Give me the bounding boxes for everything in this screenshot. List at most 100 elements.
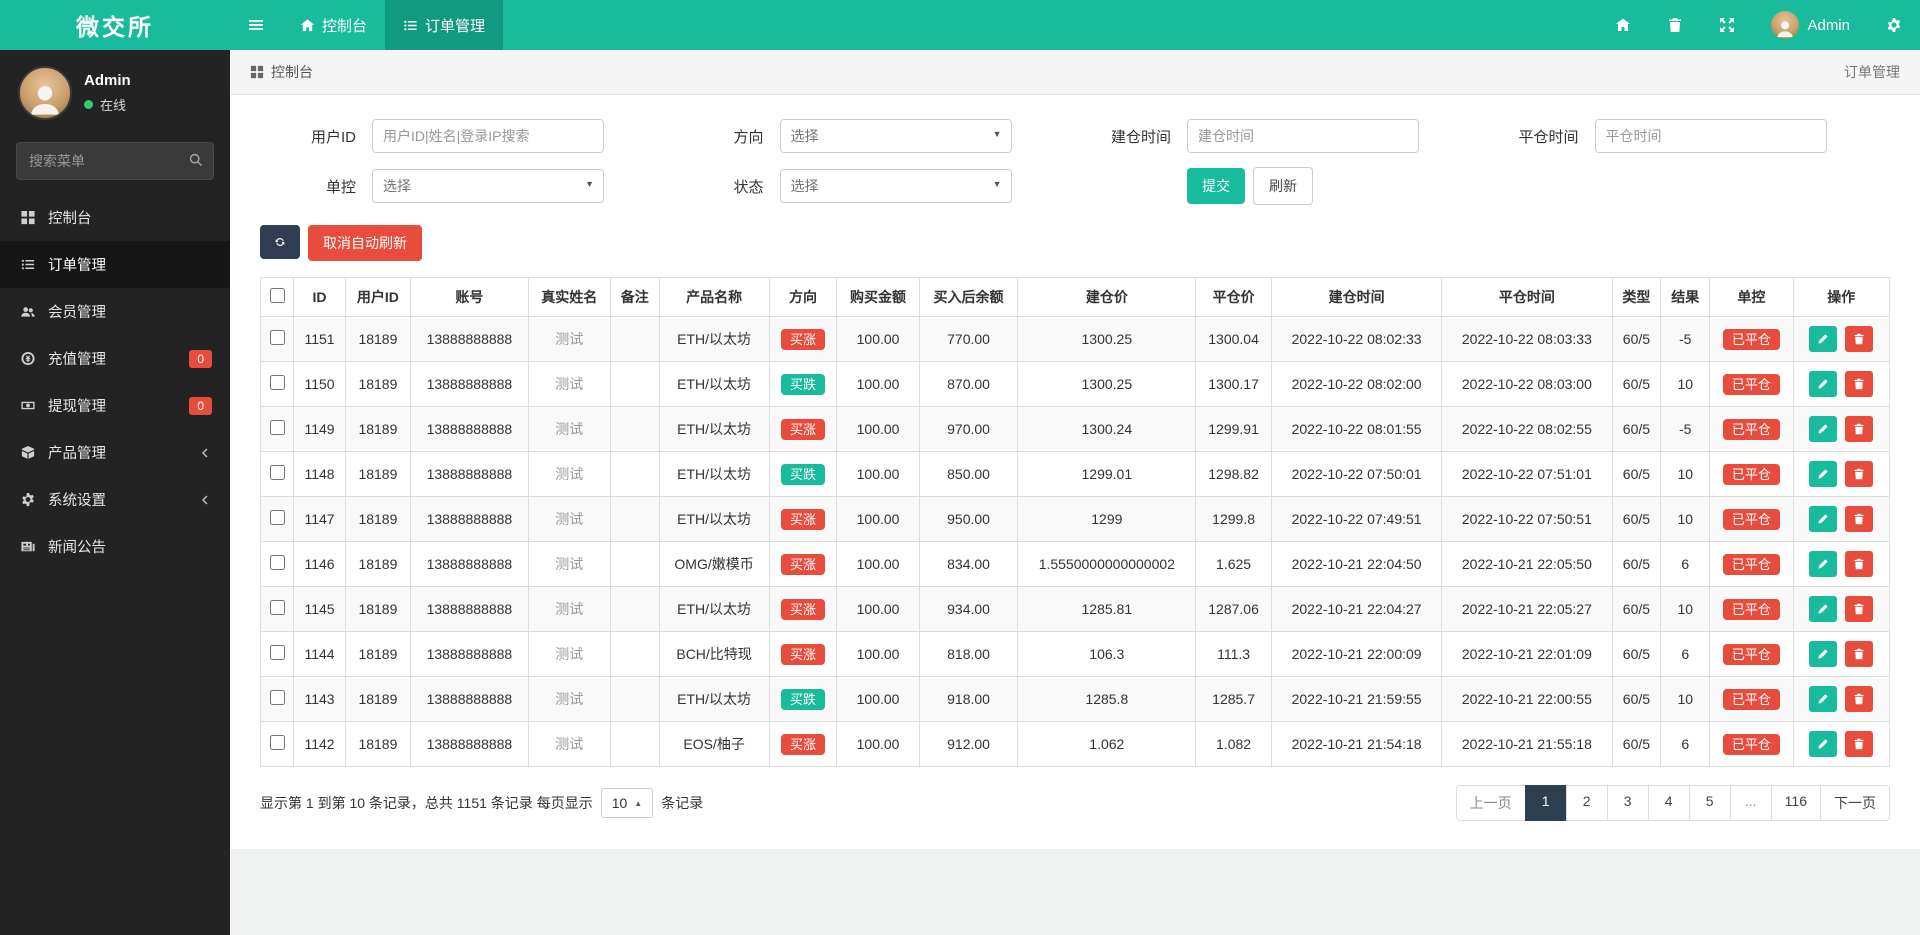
row-checkbox[interactable] bbox=[270, 465, 285, 480]
page-button[interactable]: 2 bbox=[1566, 785, 1608, 821]
row-checkbox[interactable] bbox=[270, 420, 285, 435]
menu-search-input[interactable] bbox=[16, 142, 214, 180]
column-header[interactable]: 方向 bbox=[769, 278, 837, 317]
row-checkbox[interactable] bbox=[270, 555, 285, 570]
delete-button[interactable] bbox=[1845, 416, 1873, 442]
page-button[interactable]: 4 bbox=[1648, 785, 1690, 821]
select-all-checkbox[interactable] bbox=[270, 288, 285, 303]
trash-icon bbox=[1853, 603, 1865, 615]
column-header[interactable]: 买入后余额 bbox=[919, 278, 1018, 317]
edit-button[interactable] bbox=[1809, 326, 1837, 352]
page-button[interactable]: 5 bbox=[1689, 785, 1731, 821]
control-select[interactable]: 选择 bbox=[372, 169, 604, 203]
sidebar-item-settings[interactable]: 系统设置 bbox=[0, 476, 230, 523]
filter-form: 用户ID 方向 选择 建仓时间 平仓时间 bbox=[260, 119, 1890, 205]
edit-button[interactable] bbox=[1809, 551, 1837, 577]
delete-button[interactable] bbox=[1845, 506, 1873, 532]
row-checkbox[interactable] bbox=[270, 375, 285, 390]
column-header[interactable]: ID bbox=[294, 278, 345, 317]
cell-balance-after: 918.00 bbox=[919, 677, 1018, 722]
edit-button[interactable] bbox=[1809, 641, 1837, 667]
closed-badge: 已平仓 bbox=[1723, 734, 1780, 755]
row-checkbox[interactable] bbox=[270, 330, 285, 345]
tab-console[interactable]: 控制台 bbox=[282, 0, 385, 50]
sidebar-item-orders[interactable]: 订单管理 bbox=[0, 241, 230, 288]
sidebar-toggle-button[interactable] bbox=[230, 0, 282, 50]
row-checkbox[interactable] bbox=[270, 510, 285, 525]
page-button[interactable]: 116 bbox=[1771, 785, 1821, 821]
close-time-input[interactable] bbox=[1595, 119, 1827, 153]
delete-button[interactable] bbox=[1845, 551, 1873, 577]
edit-button[interactable] bbox=[1809, 506, 1837, 532]
column-header[interactable]: 平仓价 bbox=[1196, 278, 1272, 317]
delete-button[interactable] bbox=[1845, 686, 1873, 712]
tab-order-management[interactable]: 订单管理 bbox=[385, 0, 503, 50]
edit-button[interactable] bbox=[1809, 371, 1837, 397]
sidebar-item-recharge[interactable]: 充值管理 0 bbox=[0, 335, 230, 382]
direction-badge: 买涨 bbox=[781, 329, 825, 350]
direction-select[interactable]: 选择 bbox=[780, 119, 1012, 153]
edit-button[interactable] bbox=[1809, 686, 1837, 712]
column-header[interactable]: 真实姓名 bbox=[528, 278, 610, 317]
column-header[interactable]: 用户ID bbox=[345, 278, 410, 317]
fullscreen-button[interactable] bbox=[1701, 0, 1753, 50]
clear-cache-button[interactable] bbox=[1649, 0, 1701, 50]
column-header[interactable]: 单控 bbox=[1710, 278, 1793, 317]
count-badge: 0 bbox=[189, 350, 212, 368]
status-select[interactable]: 选择 bbox=[780, 169, 1012, 203]
sidebar-item-news[interactable]: 新闻公告 bbox=[0, 523, 230, 570]
table-row: 1150 18189 13888888888 测试 ETH/以太坊 买跌 100… bbox=[261, 362, 1890, 407]
sidebar-item-members[interactable]: 会员管理 bbox=[0, 288, 230, 335]
row-checkbox[interactable] bbox=[270, 600, 285, 615]
column-header[interactable]: 建仓价 bbox=[1018, 278, 1196, 317]
delete-button[interactable] bbox=[1845, 326, 1873, 352]
column-header[interactable]: 备注 bbox=[610, 278, 659, 317]
column-header[interactable]: 操作 bbox=[1793, 278, 1889, 317]
sidebar-item-products[interactable]: 产品管理 bbox=[0, 429, 230, 476]
cell-close-price: 1300.17 bbox=[1196, 362, 1272, 407]
page-button[interactable]: 1 bbox=[1525, 785, 1567, 821]
cell-close-price: 111.3 bbox=[1196, 632, 1272, 677]
delete-button[interactable] bbox=[1845, 596, 1873, 622]
row-checkbox[interactable] bbox=[270, 690, 285, 705]
row-checkbox[interactable] bbox=[270, 735, 285, 750]
home-shortcut-button[interactable] bbox=[1597, 0, 1649, 50]
delete-button[interactable] bbox=[1845, 461, 1873, 487]
cancel-auto-refresh-button[interactable]: 取消自动刷新 bbox=[308, 225, 422, 261]
row-checkbox[interactable] bbox=[270, 645, 285, 660]
column-header[interactable]: 类型 bbox=[1612, 278, 1661, 317]
settings-menu-button[interactable] bbox=[1868, 0, 1920, 50]
cell-type: 60/5 bbox=[1612, 722, 1661, 767]
page-button[interactable]: 3 bbox=[1607, 785, 1649, 821]
table-row: 1146 18189 13888888888 测试 OMG/嫩模币 买涨 100… bbox=[261, 542, 1890, 587]
column-header[interactable]: 账号 bbox=[411, 278, 528, 317]
user-id-input[interactable] bbox=[372, 119, 604, 153]
sidebar-item-console[interactable]: 控制台 bbox=[0, 194, 230, 241]
row-checkbox-cell bbox=[261, 497, 294, 542]
column-header[interactable]: 产品名称 bbox=[659, 278, 769, 317]
cell-remark bbox=[610, 407, 659, 452]
submit-button[interactable]: 提交 bbox=[1187, 168, 1245, 204]
column-header[interactable]: 购买金额 bbox=[837, 278, 919, 317]
sidebar-item-withdraw[interactable]: 提现管理 0 bbox=[0, 382, 230, 429]
column-header[interactable]: 结果 bbox=[1661, 278, 1710, 317]
open-time-input[interactable] bbox=[1187, 119, 1419, 153]
delete-button[interactable] bbox=[1845, 641, 1873, 667]
edit-button[interactable] bbox=[1809, 731, 1837, 757]
column-header[interactable]: 建仓时间 bbox=[1271, 278, 1441, 317]
delete-button[interactable] bbox=[1845, 731, 1873, 757]
trash-icon bbox=[1853, 378, 1865, 390]
edit-button[interactable] bbox=[1809, 416, 1837, 442]
column-header[interactable]: 平仓时间 bbox=[1442, 278, 1612, 317]
refresh-button[interactable]: 刷新 bbox=[1253, 167, 1313, 205]
edit-button[interactable] bbox=[1809, 461, 1837, 487]
trash-icon bbox=[1853, 423, 1865, 435]
edit-button[interactable] bbox=[1809, 596, 1837, 622]
page-prev-button[interactable]: 上一页 bbox=[1456, 785, 1526, 821]
table-refresh-button[interactable] bbox=[260, 225, 300, 259]
closed-badge: 已平仓 bbox=[1723, 464, 1780, 485]
user-menu[interactable]: Admin bbox=[1753, 0, 1868, 50]
delete-button[interactable] bbox=[1845, 371, 1873, 397]
page-next-button[interactable]: 下一页 bbox=[1820, 785, 1890, 821]
page-size-select[interactable]: 10 bbox=[601, 788, 654, 818]
